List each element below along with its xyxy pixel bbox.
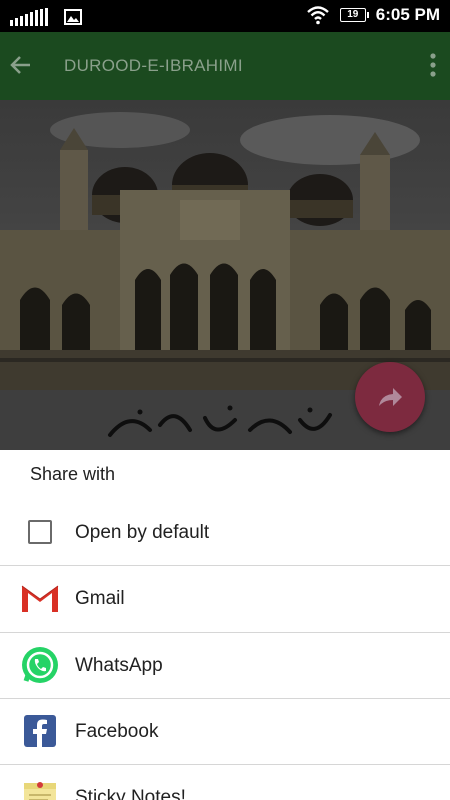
page-title: DUROOD-E-IBRAHIMI (64, 56, 243, 75)
share-sheet: Share with Open by default Gmail WhatsAp… (0, 450, 450, 800)
share-option-facebook[interactable]: Facebook (0, 699, 450, 765)
share-option-sticky-notes[interactable]: Sticky Notes! (0, 765, 450, 800)
open-by-default-row[interactable]: Open by default (0, 500, 450, 566)
gmail-icon (21, 585, 59, 612)
status-bar: 19 6:05 PM (0, 0, 450, 32)
clock: 6:05 PM (375, 5, 440, 24)
open-by-default-label: Open by default (75, 522, 210, 543)
share-option-label: Sticky Notes! (75, 787, 186, 800)
image-notification-icon (64, 9, 82, 25)
signal-icon (10, 8, 48, 26)
whatsapp-icon (22, 647, 58, 683)
mosque-image (0, 100, 450, 390)
overflow-menu-icon[interactable] (430, 52, 436, 78)
share-option-label: Facebook (75, 721, 159, 742)
share-option-label: WhatsApp (75, 655, 163, 676)
share-icon (379, 388, 402, 406)
app-bar: DUROOD-E-IBRAHIMI (0, 32, 450, 100)
battery-level: 19 (347, 9, 359, 20)
share-option-gmail[interactable]: Gmail (0, 566, 450, 632)
share-option-label: Gmail (75, 588, 125, 609)
open-by-default-checkbox[interactable] (28, 520, 52, 544)
screen: 19 6:05 PM DUROOD-E-IBRAHIMI Share with … (0, 0, 450, 800)
sticky-notes-icon (24, 782, 56, 800)
back-arrow-icon[interactable] (8, 52, 34, 78)
facebook-icon (24, 715, 56, 747)
wifi-icon (306, 6, 329, 25)
battery-icon: 19 (339, 8, 369, 22)
share-option-whatsapp[interactable]: WhatsApp (0, 633, 450, 699)
share-fab-button[interactable] (355, 362, 425, 432)
share-sheet-title: Share with (30, 464, 116, 484)
